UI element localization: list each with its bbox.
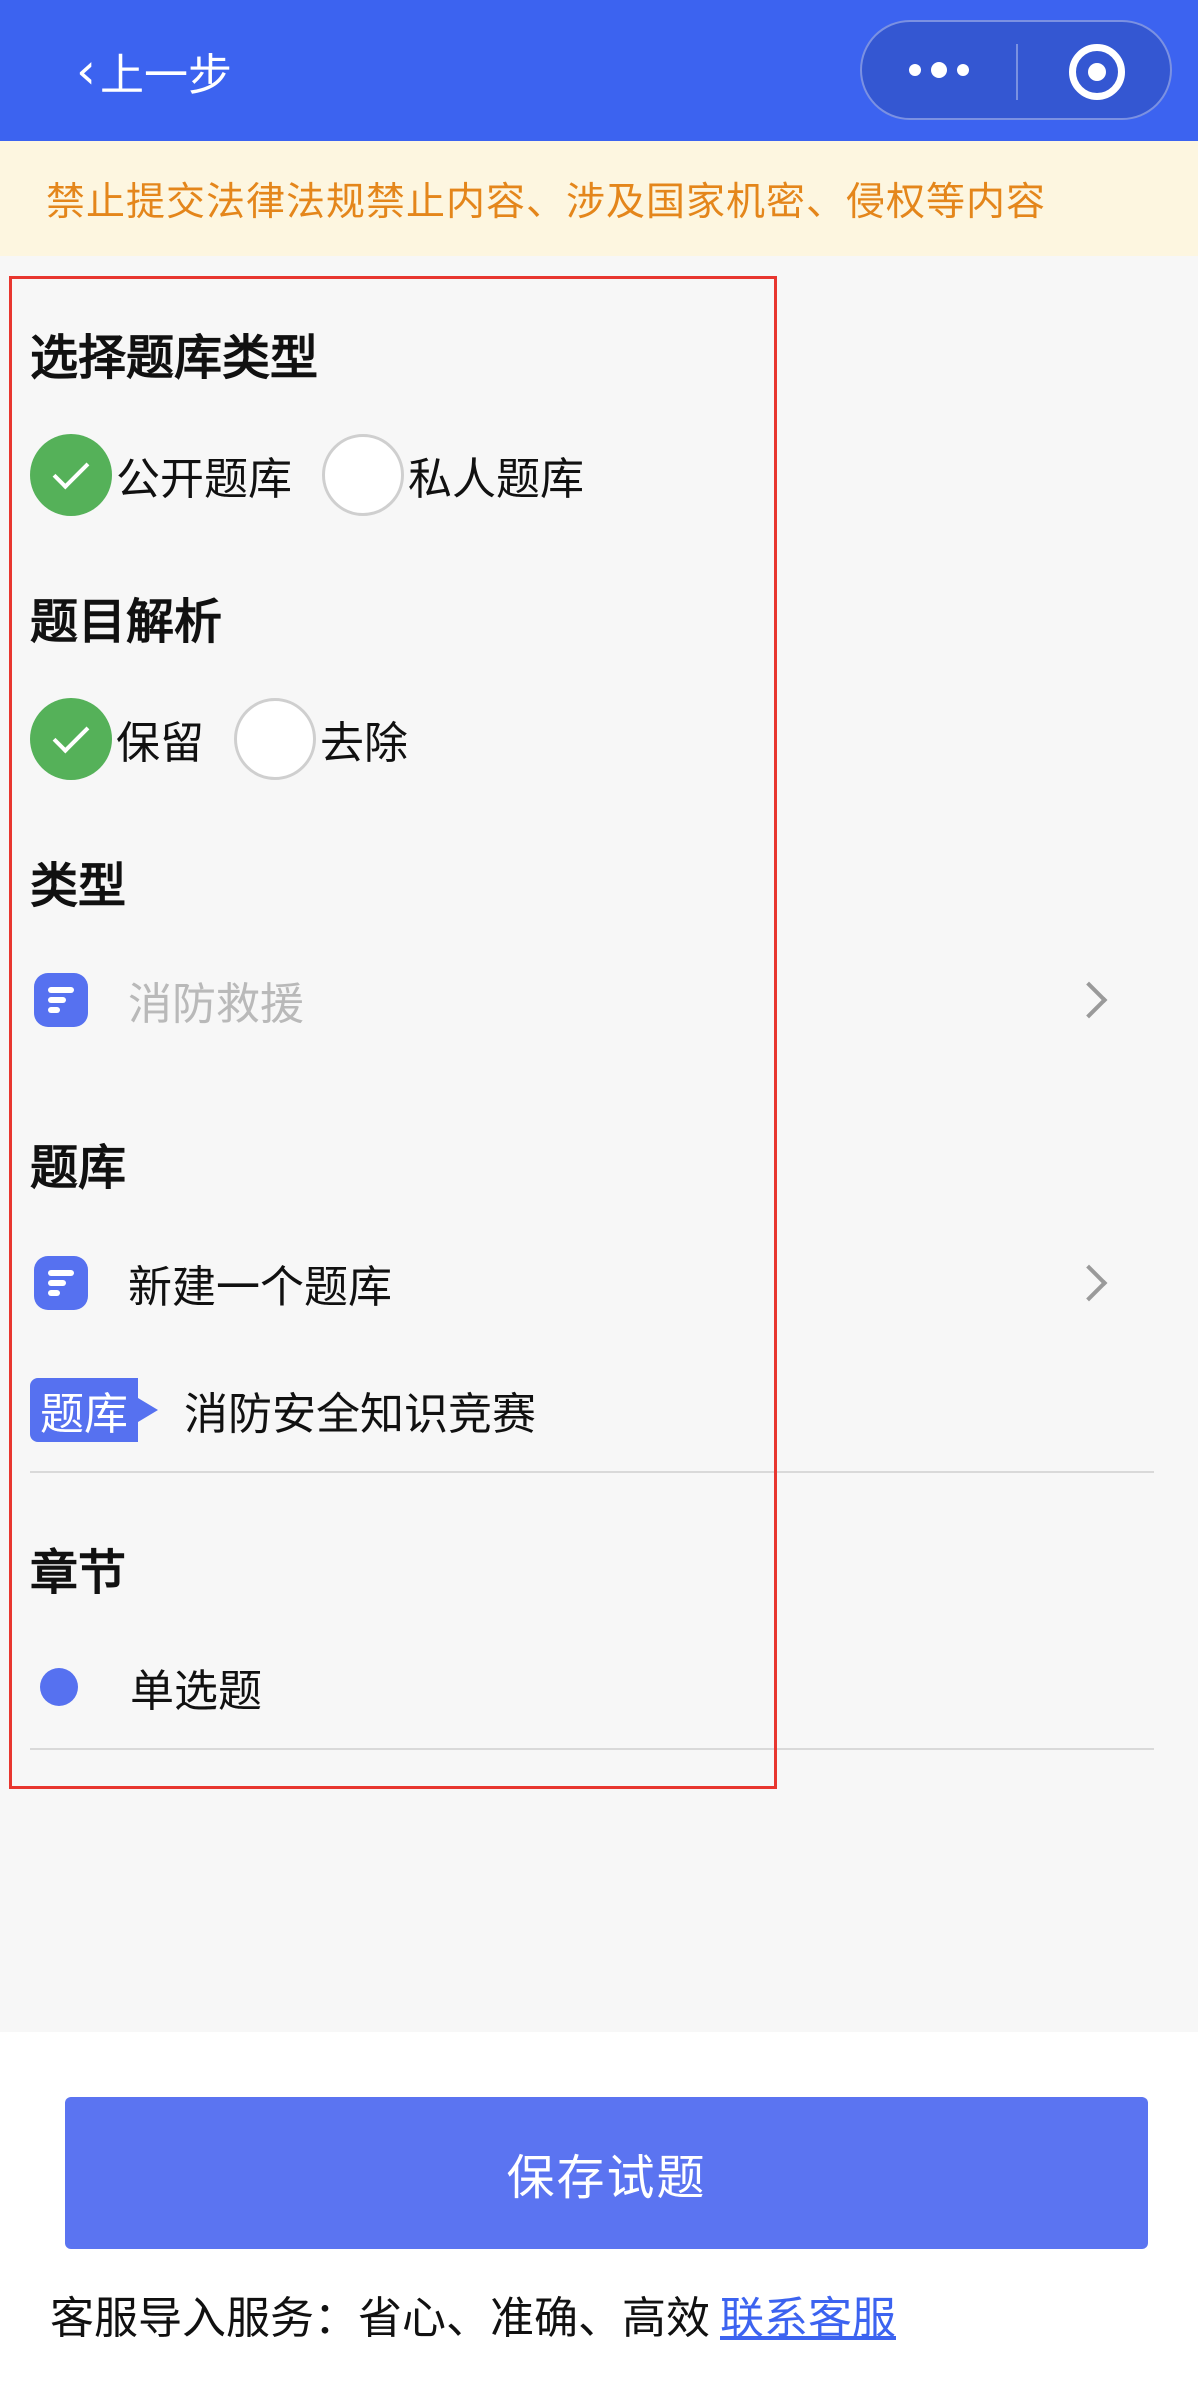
nav-bar: ‹ 上一步	[0, 0, 1198, 141]
radio-unchecked-icon[interactable]	[234, 698, 316, 780]
chapter-item[interactable]: 单选题	[30, 1647, 262, 1727]
radio-label: 私人题库	[408, 454, 584, 505]
radio-label: 去除	[320, 718, 408, 769]
back-button[interactable]: ‹ 上一步	[76, 40, 232, 102]
contact-service-link[interactable]: 联系客服	[720, 2282, 896, 2346]
new-bank-picker[interactable]: 新建一个题库	[30, 1238, 1110, 1328]
radio-option-private[interactable]: 私人题库	[322, 434, 584, 516]
category-picker[interactable]: 消防救援	[30, 955, 1110, 1045]
list-icon	[34, 1256, 88, 1310]
analysis-radio-group: 保留 去除	[30, 698, 438, 780]
radio-label: 公开题库	[116, 454, 292, 505]
capsule-divider	[1016, 44, 1018, 100]
divider	[30, 1748, 1154, 1750]
radio-option-keep[interactable]: 保留	[30, 698, 204, 780]
bank-type-radio-group: 公开题库 私人题库	[30, 434, 614, 516]
radio-label: 保留	[116, 718, 204, 769]
analysis-title: 题目解析	[30, 594, 223, 650]
bank-type-title: 选择题库类型	[30, 330, 319, 386]
new-bank-label: 新建一个题库	[128, 1262, 392, 1313]
service-line: 客服导入服务：省心、准确、高效 联系客服	[50, 2282, 896, 2346]
radio-unchecked-icon[interactable]	[322, 434, 404, 516]
bank-tag: 题库	[30, 1378, 158, 1442]
back-label: 上一步	[100, 50, 232, 101]
radio-option-public[interactable]: 公开题库	[30, 434, 292, 516]
bottom-bar: 保存试题 客服导入服务：省心、准确、高效 联系客服	[0, 2032, 1198, 2398]
mini-program-capsule	[860, 20, 1172, 120]
bank-name: 消防安全知识竞赛	[184, 1389, 536, 1440]
dot-icon	[40, 1668, 78, 1706]
save-button[interactable]: 保存试题	[65, 2097, 1148, 2249]
selected-bank: 题库 消防安全知识竞赛	[30, 1370, 536, 1450]
chevron-right-icon	[1070, 981, 1108, 1019]
divider	[30, 1471, 1154, 1473]
chapter-title: 章节	[30, 1545, 127, 1601]
category-title: 类型	[30, 858, 127, 914]
chevron-right-icon	[1070, 1264, 1108, 1302]
target-icon[interactable]	[1069, 44, 1125, 100]
more-dots-icon[interactable]	[862, 22, 1016, 118]
service-text: 客服导入服务：省心、准确、高效	[50, 2293, 710, 2344]
category-placeholder: 消防救援	[128, 979, 304, 1030]
question-bank-title: 题库	[30, 1140, 127, 1196]
chapter-label: 单选题	[130, 1666, 262, 1717]
notice-banner: 禁止提交法律法规禁止内容、涉及国家机密、侵权等内容	[0, 141, 1198, 256]
chevron-left-icon: ‹	[76, 42, 96, 100]
radio-option-remove[interactable]: 去除	[234, 698, 408, 780]
radio-checked-icon[interactable]	[30, 434, 112, 516]
list-icon	[34, 973, 88, 1027]
radio-checked-icon[interactable]	[30, 698, 112, 780]
